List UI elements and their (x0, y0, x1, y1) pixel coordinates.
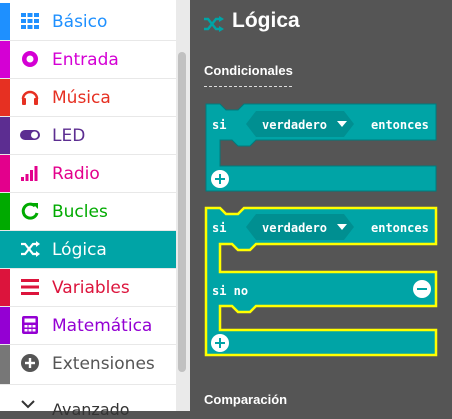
add-branch-button[interactable] (211, 334, 229, 352)
category-matematica[interactable]: Matemática (0, 307, 176, 345)
category-sidebar: Básico Entrada Música LED Radio Bucles L… (0, 0, 176, 419)
category-label: Extensiones (52, 354, 155, 374)
category-extensiones[interactable]: Extensiones (0, 345, 176, 385)
category-color-stripe (0, 41, 10, 78)
category-label: Avanzado (52, 400, 130, 419)
section-label-comparacion: Comparación (204, 392, 288, 407)
calculator-icon (22, 316, 38, 334)
category-label: Matemática (52, 316, 153, 336)
condition-value: verdadero (262, 118, 328, 132)
signal-bars-icon (21, 166, 38, 181)
category-color-stripe (0, 155, 10, 192)
category-label: Entrada (52, 50, 119, 70)
category-label: Bucles (52, 202, 108, 222)
if-keyword: si (212, 118, 227, 132)
category-color-stripe (0, 307, 10, 344)
chevron-down-icon[interactable] (337, 224, 347, 230)
chevron-down-icon[interactable] (337, 121, 347, 127)
category-musica[interactable]: Música (0, 79, 176, 117)
category-bucles[interactable]: Bucles (0, 193, 176, 231)
category-color-stripe (0, 117, 10, 154)
target-icon (22, 51, 38, 67)
if-keyword: si (212, 221, 227, 235)
grid-icon (21, 13, 39, 29)
category-label: LED (52, 126, 86, 146)
blocks-canvas (204, 103, 438, 357)
plus-circle-icon (21, 354, 39, 372)
category-color-stripe (0, 345, 10, 384)
list-icon (21, 279, 39, 295)
remove-branch-button[interactable] (413, 280, 431, 298)
category-label: Radio (52, 164, 100, 184)
category-label: Variables (52, 278, 130, 298)
toolbox-flyout: Lógica Condicionales si verdadero entonc… (190, 0, 452, 411)
category-color-stripe (0, 269, 10, 306)
category-label: Música (52, 88, 111, 108)
category-entrada[interactable]: Entrada (0, 41, 176, 79)
category-basico[interactable]: Básico (0, 3, 176, 41)
then-keyword: entonces (371, 221, 429, 235)
category-color-stripe (0, 231, 10, 268)
category-color-stripe (0, 3, 10, 40)
category-avanzado[interactable]: Avanzado (0, 386, 176, 419)
sidebar-scrollbar-thumb[interactable] (178, 52, 186, 372)
toggle-icon (20, 130, 40, 140)
category-variables[interactable]: Variables (0, 269, 176, 307)
loop-arrow-icon (21, 202, 39, 220)
then-keyword: entonces (371, 118, 429, 132)
category-radio[interactable]: Radio (0, 155, 176, 193)
category-color-stripe (0, 193, 10, 230)
chevron-down-icon (21, 400, 35, 409)
category-logica[interactable]: Lógica (0, 231, 176, 269)
headphones-icon (21, 90, 39, 105)
category-color-stripe (0, 79, 10, 116)
shuffle-icon (21, 241, 40, 257)
add-branch-button[interactable] (211, 170, 229, 188)
category-label: Lógica (52, 240, 107, 260)
condition-value: verdadero (262, 221, 328, 235)
category-label: Básico (52, 12, 108, 32)
else-keyword: si no (212, 284, 249, 298)
category-led[interactable]: LED (0, 117, 176, 155)
